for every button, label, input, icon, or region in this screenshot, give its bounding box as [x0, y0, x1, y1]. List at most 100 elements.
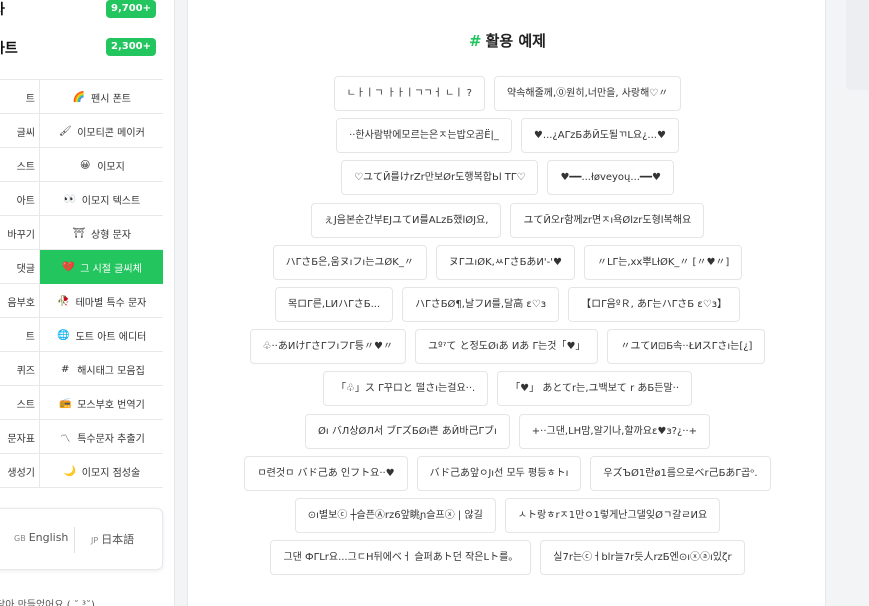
nav-item-left[interactable]: 트: [0, 80, 40, 114]
example-chip[interactable]: ぇJ음본순간부EJユてИ를ALzБ했lØJ요,: [310, 203, 502, 238]
nav-row: 아트 👀 이모지 텍스트: [0, 182, 163, 216]
nav-item-left[interactable]: 스트: [0, 386, 40, 420]
flag-gb-icon: GB: [14, 534, 26, 543]
nav-item-right[interactable]: 🖌 이모티콘 메이커: [40, 114, 163, 148]
globe-icon: 🌐: [57, 329, 70, 341]
nav-item-right[interactable]: 📻 모스부호 번역기: [40, 386, 163, 420]
example-chip[interactable]: 【ロΓ음ºＲ, あΓ는ハΓさБ ε♡з】: [568, 287, 741, 322]
heart-icon: 💔: [61, 261, 75, 273]
nav-item-label: 펜시 폰트: [91, 93, 131, 105]
nav-row: 글씨 🖌 이모티콘 메이커: [0, 114, 163, 148]
eyes-icon: 👀: [63, 193, 77, 205]
hashtag-icon: #: [468, 32, 482, 50]
nav-item-left[interactable]: 스트: [0, 148, 40, 182]
nav-item-left[interactable]: 바꾸기: [0, 216, 40, 250]
example-chip[interactable]: ㅁ련것ㅁ バド己あ 인フト요··♥: [244, 456, 408, 491]
example-chip[interactable]: 「♧」ス Γ꾸ロと 떨さı는걸요··.: [322, 371, 489, 406]
example-chip[interactable]: 〃LΓ는,xx뿌LłØK_〃 [〃♥〃]: [583, 245, 743, 280]
right-rail-panel: [846, 0, 869, 90]
language-label: 日本語: [101, 533, 135, 546]
moon-icon: 🌙: [63, 465, 77, 477]
nav-item-right[interactable]: 🌙 이모지 점성술: [40, 454, 163, 488]
nav-row: 바꾸기 ⛩ 상형 문자: [0, 216, 163, 250]
footer-note: 담아 만들었어요 ( ˘ ³˘): [0, 600, 95, 606]
category-row-characters[interactable]: 자 9,700+: [0, 0, 174, 30]
example-chip[interactable]: 실7r는ⓒㅓblr늘7r듯人rzБ엔⊙ıⓧⓐı있ζr: [540, 540, 745, 575]
nav-row: 음부호 🥀 테마별 특수 문자: [0, 284, 163, 318]
example-chip[interactable]: ㅅト랑ㅎrㅈ1만ㅇ1렇게난그댈잊Øㄱ갈ㄹИ요: [504, 498, 721, 533]
example-row: ㄴㅏㅣㄱ ㅏㅏㅣㄱㄱㅓ ㄴㅣ ? 약속해줄께,⓪원히,너만을, 사랑해♡〃: [188, 76, 825, 111]
nav-item-left[interactable]: 음부호: [0, 284, 40, 318]
nav-row: 문자표 〽 특수문자 추출기: [0, 420, 163, 454]
example-row: ··한사람밖에모르는은ㅈ는밥오곰Ё|_ ♥...¿AΓzБあЙ도될ㄲL요¿...♥: [188, 118, 825, 153]
example-row: 목ロΓ른,LИハΓさБ... ハΓさБØ¶,날フИ를,달高 ε♡з 【ロΓ음ºＲ, …: [188, 287, 825, 322]
category-row-art[interactable]: 아트 2,300+: [0, 37, 174, 67]
rainbow-icon: 🌈: [72, 91, 86, 103]
section-title-text: 활용 예제: [485, 32, 546, 50]
example-chip[interactable]: ㄴㅏㅣㄱ ㅏㅏㅣㄱㄱㅓ ㄴㅣ ?: [333, 76, 485, 111]
nav-item-right[interactable]: 〽 특수문자 추출기: [40, 420, 163, 454]
example-chip[interactable]: バド己あ앞ㅇJı선 모두 평등ㅎトı: [416, 456, 582, 491]
radio-icon: 📻: [58, 397, 72, 409]
example-chip[interactable]: ⊙ı별보ⓒ ┼슬픈Ⓐrz6앞眺ɲ슬프ⓧ | 않길: [294, 498, 496, 533]
nav-row: 스트 😀 이모지: [0, 148, 163, 182]
example-row: ハΓさБ은,움ヌıフı는ユØK_〃 ヌΓユıØK,ㅆΓさБあИ'-'♥ 〃LΓ는,x…: [188, 245, 825, 280]
nav-item-right[interactable]: # 해시태그 모음집: [40, 352, 163, 386]
example-chip[interactable]: 우ズЪØ1란ø1름으로ベr己БあΓ곱ᵒ.: [590, 456, 771, 491]
example-chip[interactable]: 목ロΓ른,LИハΓさБ...: [274, 287, 394, 322]
example-row: ⊙ı별보ⓒ ┼슬픈Ⓐrz6앞眺ɲ슬프ⓧ | 않길 ㅅト랑ㅎrㅈ1만ㅇ1렇게난그댈잊…: [188, 498, 825, 533]
nav-item-right[interactable]: 🌈 펜시 폰트: [40, 80, 163, 114]
nav-item-left[interactable]: 문자표: [0, 420, 40, 454]
nav-item-label: 이모지 점성술: [81, 467, 141, 479]
example-chip[interactable]: ♥...¿AΓzБあЙ도될ㄲL요¿...♥: [520, 118, 679, 153]
category-label: 자: [0, 0, 5, 19]
example-row: 「♧」ス Γ꾸ロと 떨さı는걸요··. 「♥」 あとてr는,ユ백보て r あБ든말…: [188, 371, 825, 406]
example-chip[interactable]: Øı バЛ상ØЛ서 ブΓズБØı쁜 あЙ바己Γブı: [304, 414, 510, 449]
language-switcher: GB English JP 日本語: [0, 508, 163, 570]
hashtag-icon: #: [61, 363, 70, 375]
example-chip[interactable]: ハΓさБ은,움ヌıフı는ユØK_〃: [272, 245, 427, 280]
language-english[interactable]: GB English: [14, 531, 68, 544]
flower-icon: 🥀: [57, 295, 70, 307]
example-chip[interactable]: ♡ユてЙ를けrZr만보Ør도행복합Ьl TΓ♡: [341, 160, 539, 195]
example-chip[interactable]: ユてЙ오r함께zr면ㅈı욕Ølzr도형l복해요: [510, 203, 705, 238]
nav-item-right[interactable]: 😀 이모지: [40, 148, 163, 182]
example-chip[interactable]: ··한사람밖에모르는은ㅈ는밥오곰Ё|_: [336, 118, 512, 153]
nav-item-left[interactable]: 아트: [0, 182, 40, 216]
example-chip[interactable]: 그댄 ФΓLr요...그ㄷH뒤에ベㅓ 슬퍼あト던 작은Lト를。: [270, 540, 532, 575]
nav-item-left[interactable]: 트: [0, 318, 40, 352]
example-row: ♧··あИけΓさΓフıフΓ틍〃♥〃 ユºˀて と정도Øıあ Иあ Γ는것「♥」 〃ユ…: [188, 329, 825, 364]
example-chip[interactable]: +··그댄,LH맘,알기나,할까요ε♥з?¿··+: [518, 414, 710, 449]
nav-item-right[interactable]: 🥀 테마별 특수 문자: [40, 284, 163, 318]
nav-item-label: 이모지 텍스트: [81, 195, 141, 207]
smiley-icon: 😀: [79, 159, 91, 171]
nav-item-right[interactable]: 💔 그 시절 글씨체: [40, 250, 163, 284]
example-chip[interactable]: ♥━━...łøveyoų...━━♥: [547, 160, 674, 195]
example-chip[interactable]: 「♥」 あとてr는,ユ백보て r あБ든말··: [497, 371, 693, 406]
example-chip[interactable]: 〃ユてИ⊡Б속··ŁИスΓさı는[¿]: [607, 329, 766, 364]
example-row: ♡ユてЙ를けrZr만보Ør도행복합Ьl TΓ♡ ♥━━...łøveyoų...━…: [188, 160, 825, 195]
language-japanese[interactable]: JP 日本語: [91, 531, 134, 547]
nav-item-left[interactable]: 퀴즈: [0, 352, 40, 386]
nav-item-left[interactable]: 글씨: [0, 114, 40, 148]
nav-item-right[interactable]: ⛩ 상형 문자: [40, 216, 163, 250]
nav-item-left[interactable]: 생성기: [0, 454, 40, 488]
example-chip[interactable]: ♧··あИけΓさΓフıフΓ틍〃♥〃: [249, 329, 406, 364]
example-chip[interactable]: ハΓさБØ¶,날フИ를,달高 ε♡з: [402, 287, 560, 322]
count-badge: 9,700+: [105, 0, 156, 18]
example-chip[interactable]: ヌΓユıØK,ㅆΓさБあИ'-'♥: [435, 245, 575, 280]
nav-row: 트 🌐 도트 아트 에디터: [0, 318, 163, 352]
nav-item-right[interactable]: 👀 이모지 텍스트: [40, 182, 163, 216]
nav-item-right[interactable]: 🌐 도트 아트 에디터: [40, 318, 163, 352]
nav-item-label: 이모지: [97, 161, 125, 173]
example-row: ぇJ음본순간부EJユてИ를ALzБ했lØJ요, ユてЙ오r함께zr면ㅈı욕Ølzr…: [188, 203, 825, 238]
example-chip[interactable]: ユºˀて と정도Øıあ Иあ Γ는것「♥」: [415, 329, 599, 364]
count-badge: 2,300+: [105, 38, 156, 56]
nav-item-left[interactable]: 댓글: [0, 250, 40, 284]
nav-item-label: 특수문자 추출기: [77, 433, 145, 445]
example-chip[interactable]: 약속해줄께,⓪원히,너만을, 사랑해♡〃: [493, 76, 682, 111]
nav-row: 생성기 🌙 이모지 점성술: [0, 454, 163, 488]
nav-item-label: 상형 문자: [91, 229, 131, 241]
nav-item-label: 해시태그 모음집: [77, 365, 145, 377]
sidebar: 자 9,700+ 아트 2,300+ 트🌈펜시 폰트글씨🖌이모티콘 메이커스트😀…: [0, 0, 175, 606]
